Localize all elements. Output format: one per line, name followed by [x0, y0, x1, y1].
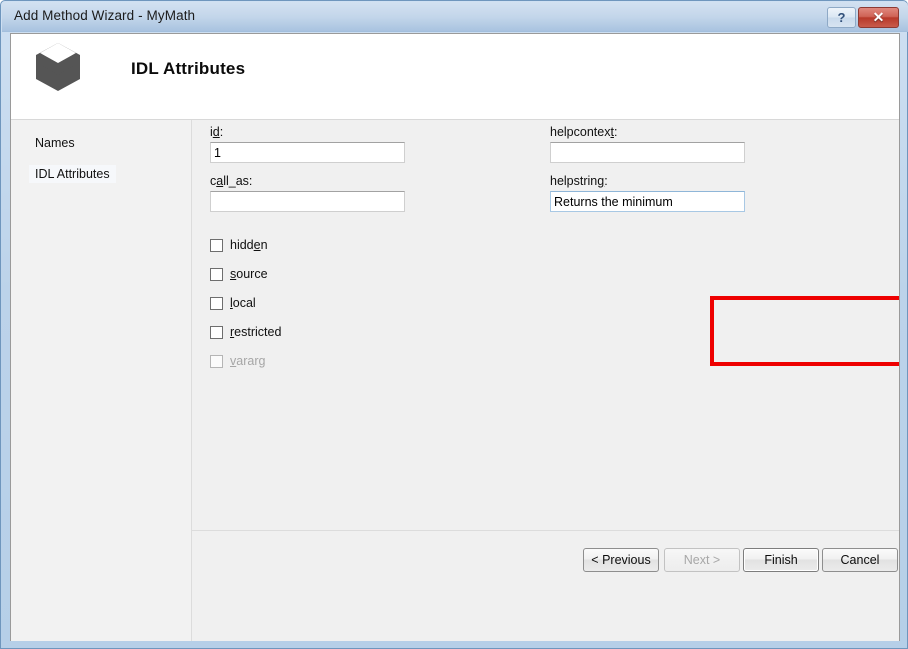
- checkbox-restricted[interactable]: restricted: [210, 324, 281, 340]
- form-pane: id: call_as: helpcontext: helpstring: hi…: [192, 120, 899, 531]
- previous-button[interactable]: < Previous: [583, 548, 659, 572]
- id-label: id:: [210, 125, 223, 139]
- checkbox-label: hidden: [230, 238, 268, 252]
- helpstring-input[interactable]: [550, 191, 745, 212]
- call-as-label: call_as:: [210, 174, 252, 188]
- cube-icon: [36, 43, 80, 91]
- close-button[interactable]: ✕: [858, 7, 899, 28]
- finish-button-label: Finish: [764, 553, 798, 567]
- helpstring-label: helpstring:: [550, 174, 608, 188]
- help-button[interactable]: ?: [827, 7, 856, 28]
- helpcontext-label-post: :: [613, 125, 618, 139]
- finish-button[interactable]: Finish: [743, 548, 819, 572]
- checkbox-vararg: vararg: [210, 353, 265, 369]
- checkbox-label: source: [230, 267, 268, 281]
- wizard-header: IDL Attributes: [11, 34, 899, 120]
- id-label-post: :: [219, 125, 224, 139]
- checkbox-label: local: [230, 296, 256, 310]
- checkbox-source[interactable]: source: [210, 266, 268, 282]
- sidebar-item-idl-attributes[interactable]: IDL Attributes: [29, 165, 116, 183]
- checkbox-box-icon: [210, 296, 223, 310]
- next-button-label: Next >: [683, 553, 721, 567]
- sidebar-item-names[interactable]: Names: [29, 134, 81, 152]
- close-icon: ✕: [872, 9, 885, 25]
- id-label-mnemonic: d: [212, 125, 220, 139]
- page-title: IDL Attributes: [131, 59, 246, 78]
- annotation-highlight-rectangle: [710, 296, 899, 366]
- wizard-window: Add Method Wizard - MyMath ? ✕ IDL Attri…: [0, 0, 908, 649]
- checkbox-local[interactable]: local: [210, 295, 256, 311]
- id-input[interactable]: [210, 142, 405, 163]
- wizard-footer: < Previous Next > Finish Cancel: [192, 531, 899, 641]
- helpstring-label-post: :: [604, 174, 608, 188]
- cancel-button-label: Cancel: [840, 553, 880, 567]
- title-bar: Add Method Wizard - MyMath ? ✕: [2, 2, 908, 32]
- checkbox-box-icon: [210, 267, 223, 281]
- checkbox-box-icon: [210, 354, 223, 368]
- call-as-input[interactable]: [210, 191, 405, 212]
- sidebar-item-label: Names: [35, 136, 75, 150]
- question-mark-icon: ?: [837, 10, 846, 25]
- previous-button-label: < Previous: [591, 553, 651, 567]
- cancel-button[interactable]: Cancel: [822, 548, 898, 572]
- window-title: Add Method Wizard - MyMath: [14, 8, 196, 23]
- helpstring-label-pre: helpstrin: [550, 174, 598, 188]
- client-area: IDL Attributes Names IDL Attributes id: …: [10, 33, 900, 641]
- checkbox-label: restricted: [230, 325, 282, 339]
- checkbox-box-icon: [210, 238, 223, 252]
- checkbox-hidden[interactable]: hidden: [210, 237, 268, 253]
- wizard-sidebar: Names IDL Attributes: [11, 120, 192, 641]
- helpcontext-label: helpcontext:: [550, 125, 617, 139]
- checkbox-box-icon: [210, 325, 223, 339]
- helpcontext-label-pre: helpcontex: [550, 125, 611, 139]
- helpcontext-input[interactable]: [550, 142, 745, 163]
- sidebar-item-label: IDL Attributes: [35, 167, 110, 181]
- call-as-label-post: ll_as:: [223, 174, 253, 188]
- next-button: Next >: [664, 548, 740, 572]
- checkbox-label: vararg: [230, 354, 266, 368]
